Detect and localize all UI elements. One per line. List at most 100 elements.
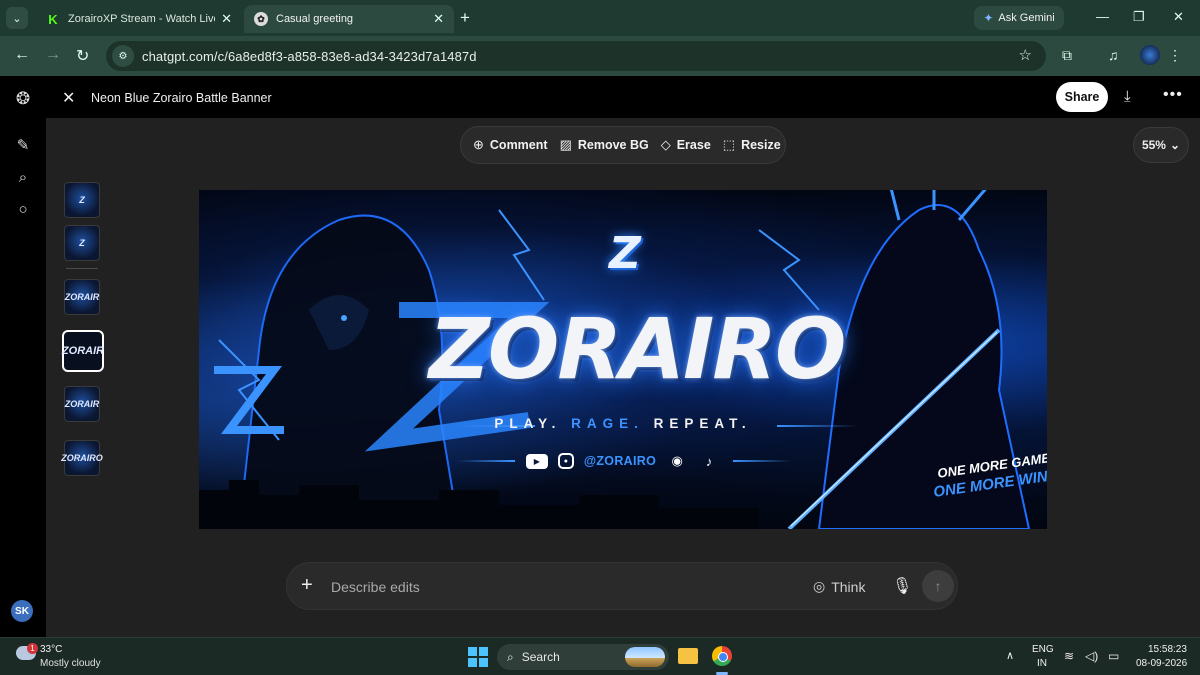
clock-date[interactable]: 08-09-2026 [1136,658,1187,669]
thumbnail-1[interactable]: Z [64,182,100,218]
remove-bg-label: Remove BG [577,138,649,152]
arrow-up-icon: ↑ [934,578,942,594]
openai-logo-icon[interactable]: ❂ [14,89,32,108]
send-button[interactable]: ↑ [922,570,954,602]
ask-gemini-label: Ask Gemini [998,12,1055,24]
new-tab-icon[interactable]: + [460,8,470,28]
chatgpt-icon: ✿ [254,12,268,26]
site-info-icon[interactable]: ⚙ [112,45,134,67]
tagline-rage: RAGE. [571,416,644,431]
chat-bubble-icon[interactable]: ○ [14,200,32,218]
socials-rule-right [733,460,791,462]
small-z-mark: Z [609,228,641,279]
chevron-down-icon: ⌄ [1169,138,1181,152]
menu-kebab-icon[interactable]: ⋮ [1168,47,1182,64]
profile-avatar[interactable] [1140,45,1160,65]
banner-image[interactable]: ZORAIRO Z PLAY. RAGE. REPEAT. ▶ ● @ZORAI… [199,190,1047,529]
media-control-icon[interactable]: ♫ [1108,47,1119,63]
tagline-rule-right [777,425,857,427]
think-toggle[interactable]: ◎ Think [813,578,865,595]
download-icon[interactable]: ⤓ [1124,88,1131,105]
thumbnail-4-selected[interactable]: ZORAIR [62,330,104,372]
thumbnail-6[interactable]: ZORAIRO [61,440,103,476]
search-label: Search [521,650,560,664]
reload-icon[interactable]: ↻ [76,46,89,66]
thumbnail-3[interactable]: ZORAIR [64,279,100,315]
forward-icon[interactable]: → [45,46,61,64]
erase-button[interactable]: ◇ Erase [655,137,717,153]
brand-logo: ZORAIRO [429,300,899,410]
microphone-icon[interactable]: 🎙 [892,576,912,596]
page-title: Neon Blue Zorairo Battle Banner [91,91,272,105]
tagline: PLAY. RAGE. REPEAT. [199,416,1047,431]
ask-gemini-button[interactable]: ✦ Ask Gemini [974,6,1064,30]
add-attachment-icon[interactable]: + [301,574,313,597]
edit-prompt-box[interactable]: + Describe edits ◎ Think 🎙 ↑ [286,562,958,610]
close-tab-icon[interactable]: ✕ [221,11,232,27]
back-icon[interactable]: ← [14,46,30,64]
search-icon[interactable]: ⌕ [14,168,32,186]
thumbnail-2[interactable]: Z [64,225,100,261]
brain-icon: ◎ [813,578,826,594]
language-code[interactable]: ENG [1032,644,1054,655]
restore-icon[interactable]: ❐ [1133,9,1145,25]
search-highlight-image [625,647,665,667]
edit-toolbar: ⊕ Comment ▨ Remove BG ◇ Erase ⬚ Resize [460,126,786,164]
more-options-icon[interactable]: ••• [1163,86,1183,104]
erase-label: Erase [676,138,711,152]
tab-casual-greeting[interactable]: ✿ Casual greeting ✕ [244,5,454,33]
address-bar[interactable]: ⚙ chatgpt.com/c/6a8ed8f3-a858-83e8-ad34-… [106,41,1046,71]
close-tab-icon[interactable]: ✕ [433,11,444,27]
comment-label: Comment [489,138,548,152]
resize-button[interactable]: ⬚ Resize [717,137,787,153]
tab-kick-stream[interactable]: K ZorairoXP Stream - Watch Live on ✕ [36,5,242,33]
file-explorer-icon[interactable] [678,648,698,664]
new-chat-icon[interactable]: ✎ [14,136,32,154]
tray-overflow-icon[interactable]: ∧ [1006,649,1014,662]
prompt-placeholder[interactable]: Describe edits [331,579,420,595]
tab-title: Casual greeting [276,13,354,25]
social-row: ▶ ● @ZORAIRO ◉ ♪ [199,450,1047,472]
bookmark-star-icon[interactable]: ☆ [1019,46,1032,64]
think-label: Think [831,578,866,595]
chrome-icon[interactable] [712,646,732,666]
clock-time[interactable]: 15:58:23 [1148,644,1187,655]
editor-header: ✕ Neon Blue Zorairo Battle Banner Share … [46,76,1200,118]
avatar[interactable]: SK [11,600,33,622]
comment-button[interactable]: ⊕ Comment [467,137,554,153]
tiktok-icon: ♪ [705,453,713,469]
region-code[interactable]: IN [1037,658,1047,669]
close-window-icon[interactable]: ✕ [1173,9,1184,25]
address-toolbar: ← → ↻ ⚙ chatgpt.com/c/6a8ed8f3-a858-83e8… [0,36,1200,76]
canvas-area: ⊕ Comment ▨ Remove BG ◇ Erase ⬚ Resize 5… [46,118,1200,637]
url-text[interactable]: chatgpt.com/c/6a8ed8f3-a858-83e8-ad34-34… [142,49,477,64]
discord-icon: ◉ [671,453,683,468]
remove-bg-icon: ▨ [559,137,572,152]
wifi-icon[interactable]: ≋ [1064,649,1074,663]
tab-title: ZorairoXP Stream - Watch Live on [68,13,215,25]
volume-icon[interactable]: ◁) [1085,649,1098,663]
minimize-icon[interactable]: — [1096,9,1109,24]
battery-icon[interactable]: ▭ [1108,649,1119,663]
taskbar-search[interactable]: ⌕ Search [497,644,669,670]
tab-search-button[interactable]: ⌄ [6,7,28,29]
resize-icon: ⬚ [722,137,736,152]
instagram-icon: ● [557,453,574,469]
remove-bg-button[interactable]: ▨ Remove BG [554,137,655,153]
thumbnail-5[interactable]: ZORAIR [64,386,100,422]
gemini-sparkle-icon: ✦ [983,11,994,25]
youtube-icon: ▶ [525,453,548,469]
tagline-repeat: REPEAT. [653,416,752,431]
notification-badge: 1 [27,643,38,654]
extensions-icon[interactable]: ⧉ [1062,47,1072,64]
temperature: 33°C [40,644,63,655]
windows-taskbar: 1 33°C Mostly cloudy ⌕ Search ∧ ENG IN ≋… [0,637,1200,675]
social-handle: @ZORAIRO [583,454,657,468]
chevron-down-icon: ⌄ [12,12,22,25]
zoom-selector[interactable]: 55% ⌄ [1133,127,1189,163]
windows-start-icon[interactable] [468,647,488,667]
thumbnail-divider [66,268,98,269]
close-editor-icon[interactable]: ✕ [62,88,75,108]
share-button[interactable]: Share [1056,82,1108,112]
weather-condition: Mostly cloudy [40,658,101,669]
